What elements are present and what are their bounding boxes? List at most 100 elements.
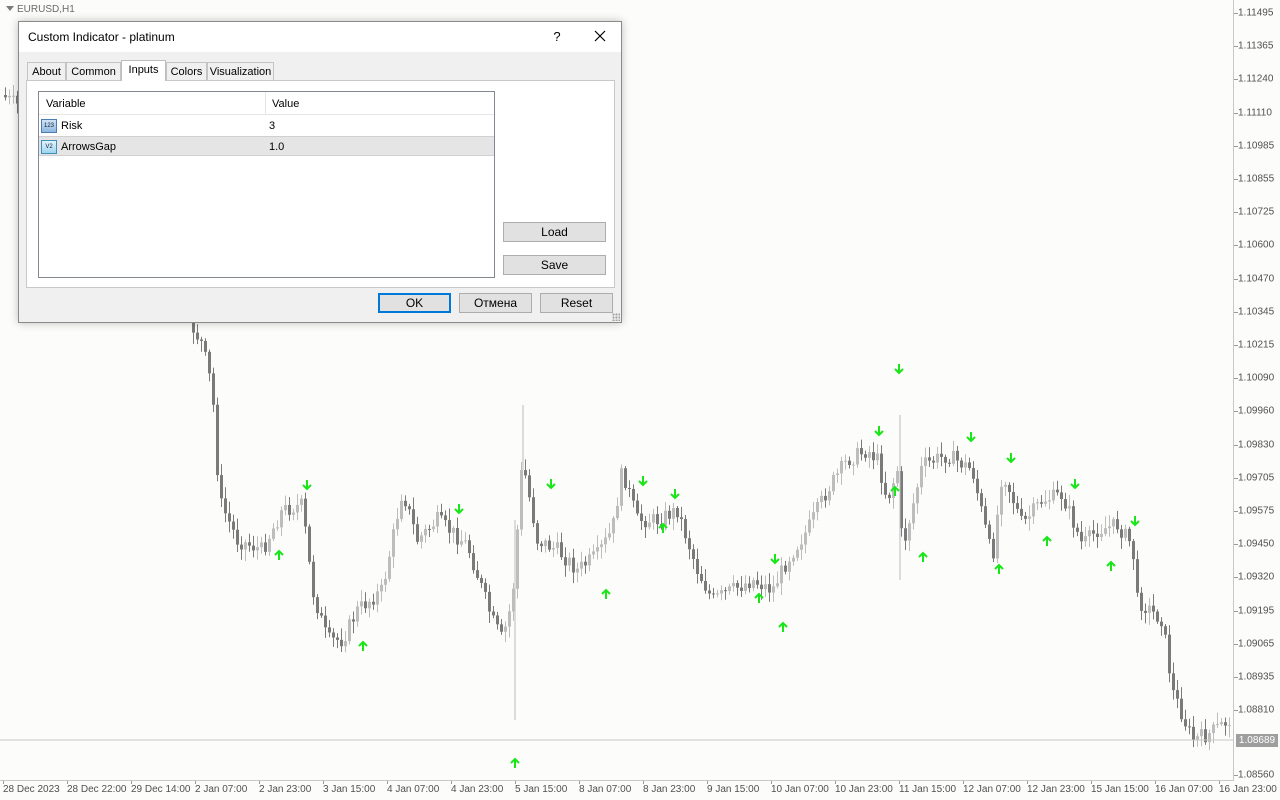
candle	[856, 441, 859, 468]
candle	[596, 535, 599, 560]
price-label: 1.09705	[1238, 472, 1275, 484]
candle	[288, 496, 291, 521]
candle	[1160, 617, 1163, 636]
candle	[536, 520, 539, 551]
reset-button[interactable]: Reset	[540, 293, 613, 313]
candle	[616, 497, 619, 521]
dropdown-triangle-icon	[6, 6, 14, 11]
table-row[interactable]: 123 Risk 3	[39, 116, 494, 136]
candle	[1188, 718, 1191, 735]
ok-button[interactable]: OK	[378, 293, 451, 313]
candle	[464, 532, 467, 544]
candle	[508, 604, 511, 638]
table-row[interactable]: V2 ArrowsGap 1.0	[39, 136, 494, 156]
price-label: 1.09065	[1238, 638, 1275, 650]
candle	[1220, 718, 1223, 727]
candle	[1136, 550, 1139, 597]
resize-grip[interactable]	[612, 313, 620, 321]
candle	[456, 517, 459, 555]
candle	[552, 541, 555, 558]
candle	[1164, 624, 1167, 639]
candle	[520, 461, 523, 536]
candle	[388, 550, 391, 582]
candle	[1108, 515, 1111, 537]
candle	[504, 621, 507, 642]
candle	[272, 523, 275, 542]
candle	[492, 605, 495, 619]
tab-visualization[interactable]: Visualization	[207, 62, 274, 80]
column-header-value[interactable]: Value	[272, 98, 299, 110]
candle	[1008, 482, 1011, 503]
tab-colors[interactable]: Colors	[166, 62, 207, 80]
candle	[308, 524, 311, 565]
candle	[696, 548, 699, 584]
sell-arrow-icon	[1130, 516, 1140, 527]
price-label: 1.09450	[1238, 538, 1275, 550]
sell-arrow-icon	[546, 479, 556, 490]
help-button[interactable]: ?	[545, 24, 569, 50]
load-button[interactable]: Load	[503, 222, 606, 242]
column-header-variable[interactable]: Variable	[46, 98, 86, 110]
candle	[220, 464, 223, 507]
candle	[404, 495, 407, 511]
candle	[1120, 524, 1123, 549]
buy-arrow-icon	[274, 549, 284, 560]
candle	[620, 464, 623, 511]
candle	[1064, 492, 1067, 512]
candle	[904, 518, 907, 550]
candle	[408, 503, 411, 515]
tab-inputs[interactable]: Inputs	[121, 60, 166, 81]
candle	[524, 459, 527, 479]
cancel-button[interactable]: Отмена	[459, 293, 532, 313]
candle	[1128, 526, 1131, 547]
candle	[196, 324, 199, 345]
save-button[interactable]: Save	[503, 255, 606, 275]
price-label: 1.10855	[1238, 173, 1275, 185]
price-label: 1.10345	[1238, 306, 1275, 318]
candle	[788, 556, 791, 581]
int-type-icon: 123	[41, 119, 57, 133]
candle	[1096, 523, 1099, 548]
column-divider[interactable]	[265, 92, 266, 114]
param-value[interactable]: 3	[269, 120, 275, 132]
candle	[352, 611, 355, 634]
candle	[656, 506, 659, 534]
price-label: 1.09320	[1238, 571, 1275, 583]
price-label: 1.09575	[1238, 505, 1275, 517]
candle	[556, 532, 559, 555]
candle	[740, 576, 743, 597]
candle	[952, 440, 955, 467]
price-label: 1.09195	[1238, 605, 1275, 617]
candle	[1020, 498, 1023, 521]
tab-about[interactable]: About	[27, 62, 66, 80]
candle	[284, 495, 287, 516]
candle	[836, 468, 839, 483]
candle	[1204, 719, 1207, 745]
candle	[940, 442, 943, 467]
sell-arrow-icon	[302, 480, 312, 491]
candle	[568, 552, 571, 572]
dialog-titlebar[interactable]: Custom Indicator - platinum ?	[19, 22, 621, 52]
candle	[416, 516, 419, 545]
candle	[424, 524, 427, 543]
tab-common[interactable]: Common	[66, 62, 121, 80]
time-label: 28 Dec 22:00	[67, 784, 127, 795]
candle	[748, 576, 751, 593]
sell-arrow-icon	[1070, 479, 1080, 490]
candle	[384, 571, 387, 593]
param-value[interactable]: 1.0	[269, 141, 284, 153]
candle	[1228, 717, 1231, 738]
candle	[460, 529, 463, 547]
candle	[804, 525, 807, 554]
time-label: 16 Jan 23:00	[1219, 784, 1277, 795]
candle	[932, 456, 935, 470]
candle	[240, 536, 243, 560]
candle	[432, 519, 435, 533]
candle	[228, 501, 231, 533]
candle	[1100, 524, 1103, 542]
close-button[interactable]	[585, 24, 615, 50]
candle	[440, 503, 443, 519]
candle	[908, 519, 911, 552]
candle	[860, 439, 863, 461]
inputs-table[interactable]: Variable Value 123 Risk 3 V2 ArrowsGap 1…	[38, 91, 495, 278]
